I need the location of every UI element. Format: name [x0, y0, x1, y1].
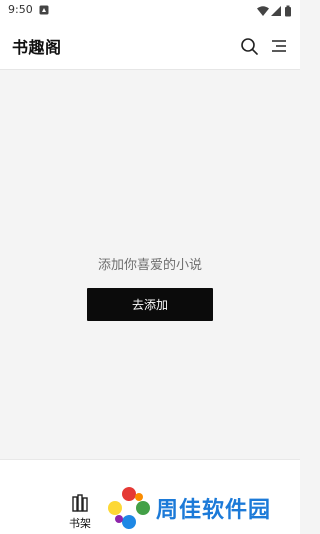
status-time: 9:50	[8, 3, 33, 16]
nav-label-bookshelf: 书架	[69, 517, 91, 530]
app-title: 书趣阁	[12, 38, 62, 57]
watermark-text: 周佳软件园	[156, 498, 272, 523]
bookshelf-icon	[72, 494, 88, 512]
bookshelf-empty-state: 添加你喜爱的小说 去添加	[0, 71, 300, 459]
add-novel-button[interactable]: 去添加	[87, 288, 213, 321]
app-header: 书趣阁	[0, 22, 300, 70]
watermark: 周佳软件园	[106, 485, 296, 531]
status-icons	[257, 5, 291, 17]
nav-item-bookshelf[interactable]: 书架	[62, 490, 98, 532]
battery-icon	[285, 5, 291, 17]
wifi-icon	[257, 6, 269, 16]
search-icon[interactable]	[238, 35, 260, 57]
notification-icon	[39, 5, 49, 15]
menu-icon[interactable]	[268, 35, 290, 57]
signal-icon	[271, 6, 281, 16]
status-bar: 9:50	[0, 0, 300, 22]
watermark-logo-icon	[108, 487, 150, 529]
empty-message: 添加你喜爱的小说	[97, 258, 202, 273]
